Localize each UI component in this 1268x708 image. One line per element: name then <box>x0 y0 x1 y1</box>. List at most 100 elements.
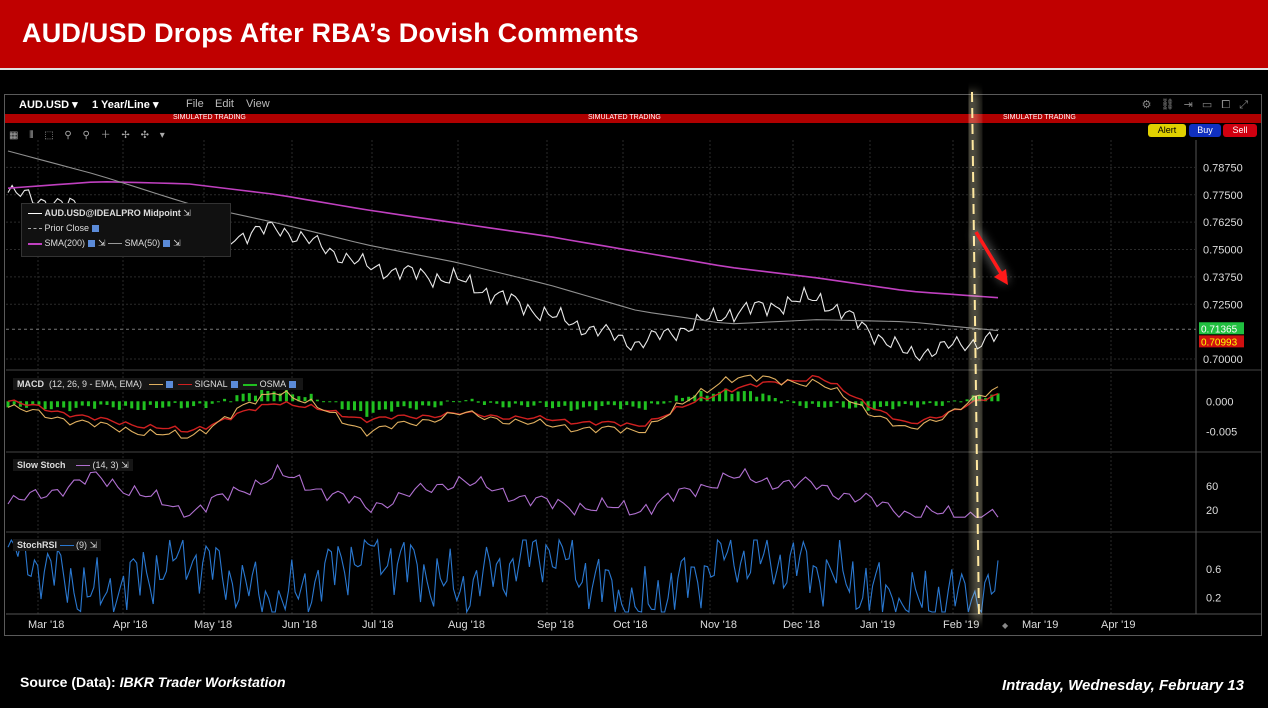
osma-bar <box>105 401 109 405</box>
osma-bar <box>489 401 493 403</box>
osma-bar <box>445 400 449 402</box>
x-tick-label: May '18 <box>194 619 232 631</box>
pin-icon[interactable]: ⇲ <box>90 540 98 550</box>
osma-bar <box>520 401 524 406</box>
osma-bar <box>575 401 579 410</box>
stoch-tick-label: 20 <box>1206 505 1218 517</box>
osma-bar <box>786 400 790 402</box>
osma-bar <box>12 401 16 405</box>
macd-tick-label: 0.000 <box>1206 396 1234 408</box>
osma-bar <box>526 401 530 408</box>
legend-sma200: SMA(200) <box>44 238 86 248</box>
osma-bar <box>947 401 950 403</box>
osma-bar <box>117 401 121 410</box>
osma-bar <box>390 401 394 412</box>
osma-bar <box>62 401 66 408</box>
osma-bar <box>161 401 165 408</box>
stochrsi-tick-label: 0.6 <box>1206 564 1221 576</box>
osma-bar <box>223 398 227 402</box>
osma-bar <box>43 401 47 410</box>
osma-bar <box>303 397 307 402</box>
osma-bar <box>56 401 59 408</box>
osma-bar <box>749 391 752 402</box>
osma-bar <box>185 401 189 408</box>
osma-bar <box>37 401 41 405</box>
checkbox-icon[interactable] <box>163 240 171 248</box>
osma-bar <box>173 401 177 403</box>
osma-bar <box>93 401 97 409</box>
checkbox-icon[interactable] <box>230 381 238 389</box>
osma-bar <box>155 401 158 408</box>
osma-bar <box>823 401 827 408</box>
osma-bar <box>940 401 944 406</box>
checkbox-icon[interactable] <box>165 381 173 389</box>
price-tag-red-label: 0.70993 <box>1201 337 1238 348</box>
osma-bar <box>891 401 895 410</box>
osma-bar <box>761 393 765 402</box>
osma-bar <box>495 401 499 404</box>
osma-bar <box>421 401 425 406</box>
stochrsi-name: StochRSI <box>17 540 58 550</box>
price-tick-label: 0.76250 <box>1203 217 1243 229</box>
date-note: Intraday, Wednesday, February 13 <box>1001 677 1244 694</box>
osma-bar <box>755 396 759 402</box>
osma-bar <box>835 401 839 404</box>
osma-bar <box>501 401 505 408</box>
osma-bar <box>148 401 152 405</box>
osma-bar <box>458 401 462 403</box>
osma-bar <box>464 400 468 402</box>
osma-bar <box>810 401 814 404</box>
osma-bar <box>216 401 220 403</box>
x-tick-label: Jan '19 <box>860 619 895 631</box>
stoch-tick-label: 60 <box>1206 481 1218 493</box>
now-marker-icon: ◆ <box>1002 621 1009 630</box>
x-tick-label: Oct '18 <box>613 619 648 631</box>
checkbox-icon[interactable] <box>92 225 100 233</box>
osma-bar <box>903 401 907 405</box>
osma-bar <box>365 401 369 417</box>
osma-bar <box>192 401 196 407</box>
osma-bar <box>532 401 536 406</box>
osma-bar <box>408 401 412 409</box>
osma-bar <box>885 401 889 407</box>
chart-svg: 0.78750 0.77500 0.76250 0.75000 0.73750 0.725… <box>6 91 1261 631</box>
checkbox-icon[interactable] <box>289 381 297 389</box>
osma-bar <box>544 401 548 408</box>
osma-bar <box>594 401 598 411</box>
osma-bar <box>179 401 183 409</box>
osma-bar <box>662 401 666 404</box>
osma-bar <box>680 397 684 402</box>
pin-icon[interactable]: ⇲ <box>183 208 191 218</box>
osma-bar <box>928 401 932 404</box>
osma-bar <box>538 401 542 403</box>
stochrsi-params: (9) <box>76 540 88 550</box>
osma-bar <box>136 401 140 410</box>
osma-bar <box>934 401 938 406</box>
osma-bar <box>619 401 623 410</box>
price-tick-label: 0.75000 <box>1203 245 1243 257</box>
osma-bar <box>229 401 233 403</box>
x-tick-label: Jun '18 <box>282 619 317 631</box>
price-tick-label: 0.73750 <box>1203 272 1243 284</box>
osma-bar <box>396 401 400 407</box>
x-tick-label: Mar '18 <box>28 619 64 631</box>
pin-icon[interactable]: ⇲ <box>121 460 129 470</box>
osma-bar <box>49 401 53 410</box>
osma-bar <box>433 401 437 408</box>
checkbox-icon[interactable] <box>88 240 96 248</box>
osma-bar <box>383 401 387 410</box>
osma-bar <box>142 401 146 411</box>
macd-osma-label: OSMA <box>259 379 287 389</box>
osma-bar <box>668 401 672 403</box>
stochrsi-panel-label: StochRSI (9) ⇲ <box>13 539 102 551</box>
price-legend: AUD.USD@IDEALPRO Midpoint ⇲ Prior Close … <box>21 203 231 257</box>
osma-bar <box>965 399 969 402</box>
osma-bar <box>779 401 783 404</box>
x-tick-label: Apr '19 <box>1101 619 1136 631</box>
macd-tick-label: -0.005 <box>1206 427 1237 439</box>
osma-bar <box>167 401 171 407</box>
osma-bar <box>353 401 356 411</box>
osma-bar <box>99 401 103 405</box>
osma-bar <box>730 393 734 402</box>
osma-bar <box>878 401 882 407</box>
